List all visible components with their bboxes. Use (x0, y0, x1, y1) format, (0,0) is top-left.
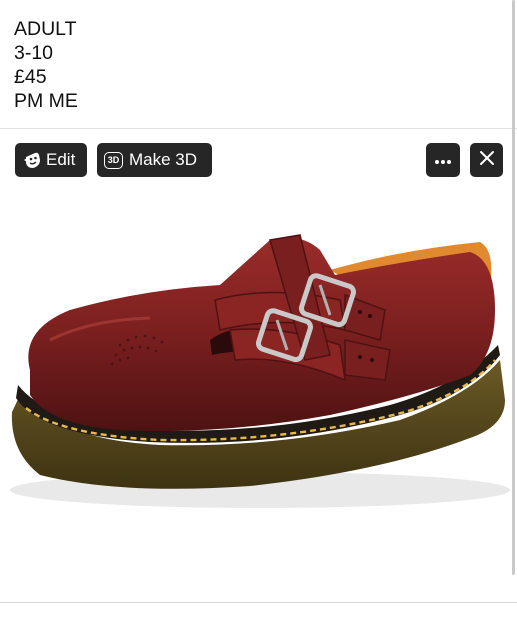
post-line-3: £45 (14, 66, 47, 88)
post-line-1: ADULT (14, 18, 77, 40)
divider (0, 128, 517, 129)
shoe-photo[interactable] (0, 190, 517, 590)
post-text: ADULT 3-10 £45 PM ME (14, 17, 78, 113)
more-horizontal-icon (434, 150, 452, 170)
3d-icon: 3D (104, 151, 123, 169)
edit-label: Edit (46, 150, 76, 169)
make-3d-label: Make 3D (129, 150, 198, 169)
post-line-2: 3-10 (14, 42, 54, 64)
more-button[interactable] (426, 143, 460, 177)
close-icon (479, 150, 495, 171)
edit-button[interactable]: Edit (15, 143, 87, 177)
divider (0, 602, 517, 603)
post-line-4: PM ME (14, 90, 78, 112)
make-3d-button[interactable]: 3D Make 3D (97, 143, 212, 177)
close-button[interactable] (470, 143, 503, 177)
edit-face-icon (23, 151, 41, 169)
